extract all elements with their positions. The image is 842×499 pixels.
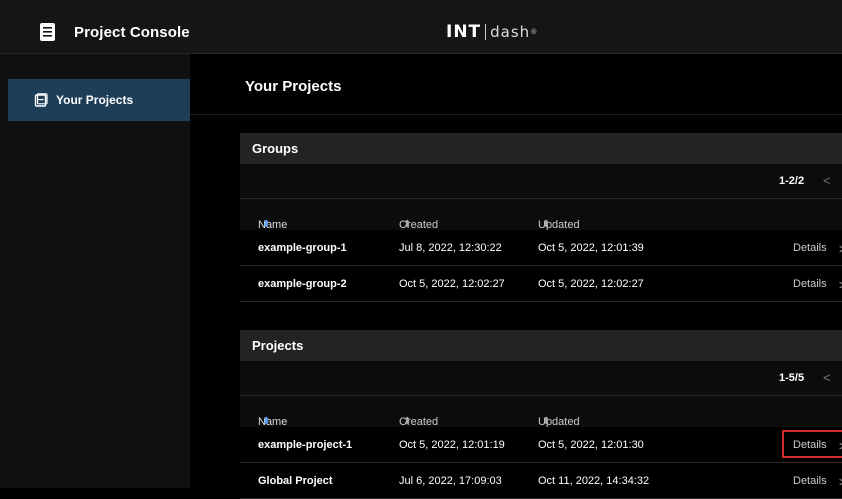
sidebar: Your Projects xyxy=(0,54,190,488)
title-divider xyxy=(190,114,842,115)
row-created: Jul 8, 2022, 12:30:22 xyxy=(399,242,502,254)
sort-icon: ⬍ xyxy=(542,219,551,230)
projects-table-header: Name⬍ Created At⬍ Updated At⬍ xyxy=(240,395,842,440)
sort-icon: ⬍ xyxy=(262,219,271,230)
details-link[interactable]: Details xyxy=(793,439,827,451)
table-row: example-group-1 Jul 8, 2022, 12:30:22 Oc… xyxy=(240,230,842,266)
groups-pager: 1-2/2 < xyxy=(240,164,842,198)
row-name: example-group-2 xyxy=(258,278,347,290)
row-updated: Oct 5, 2022, 12:01:39 xyxy=(538,242,644,254)
logo-dash: dash xyxy=(490,23,531,41)
row-created: Oct 5, 2022, 12:02:27 xyxy=(399,278,505,290)
folder-icon xyxy=(34,93,48,107)
prev-page-icon[interactable]: < xyxy=(823,370,831,385)
projects-header: Projects xyxy=(240,330,842,361)
projects-pager: 1-5/5 < xyxy=(240,361,842,395)
groups-table-header: Name⬍ Created At⬍ Updated At⬍ xyxy=(240,198,842,243)
logo-registered: ® xyxy=(530,28,538,36)
page-title: Your Projects xyxy=(245,78,342,95)
row-created: Jul 6, 2022, 17:09:03 xyxy=(399,475,502,487)
sort-icon: ⬍ xyxy=(262,416,271,427)
logo-int: INT xyxy=(446,22,482,42)
intdash-logo: INT dash ® xyxy=(446,20,537,44)
details-link[interactable]: Details xyxy=(793,278,827,290)
sort-icon: ⬍ xyxy=(542,416,551,427)
projects-pager-range: 1-5/5 xyxy=(779,372,805,384)
app-title: Project Console xyxy=(74,23,190,41)
logo-divider xyxy=(485,24,487,40)
row-name: example-group-1 xyxy=(258,242,347,254)
brand[interactable]: Project Console xyxy=(38,20,190,44)
console-icon xyxy=(40,23,55,41)
table-row: example-group-2 Oct 5, 2022, 12:02:27 Oc… xyxy=(240,266,842,302)
row-updated: Oct 5, 2022, 12:01:30 xyxy=(538,439,644,451)
row-updated: Oct 11, 2022, 14:34:32 xyxy=(538,475,650,487)
groups-pager-range: 1-2/2 xyxy=(779,175,805,187)
projects-section: Projects 1-5/5 < Name⬍ Created At⬍ Updat… xyxy=(240,330,842,499)
row-name: example-project-1 xyxy=(258,439,353,451)
row-updated: Oct 5, 2022, 12:02:27 xyxy=(538,278,644,290)
row-name: Global Project xyxy=(258,475,333,487)
groups-header: Groups xyxy=(240,133,842,164)
table-row: Global Project Jul 6, 2022, 17:09:03 Oct… xyxy=(240,463,842,499)
prev-page-icon[interactable]: < xyxy=(823,173,831,188)
groups-section: Groups 1-2/2 < Name⬍ Created At⬍ Updated… xyxy=(240,133,842,302)
details-link[interactable]: Details xyxy=(793,242,827,254)
app-header: Project Console INT dash ® xyxy=(0,0,842,54)
sidebar-item-label: Your Projects xyxy=(56,93,134,107)
row-created: Oct 5, 2022, 12:01:19 xyxy=(399,439,505,451)
table-row: example-project-1 Oct 5, 2022, 12:01:19 … xyxy=(240,427,842,463)
sort-icon: ⬍ xyxy=(403,219,412,230)
sort-icon: ⬍ xyxy=(403,416,412,427)
sidebar-item-your-projects[interactable]: Your Projects xyxy=(8,79,190,121)
details-link[interactable]: Details xyxy=(793,475,827,487)
